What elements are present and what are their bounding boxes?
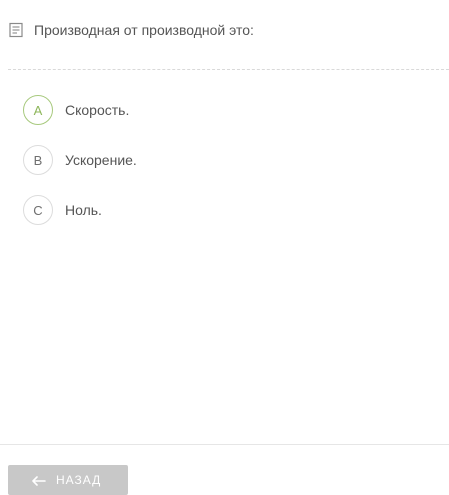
option-letter: C (23, 195, 53, 225)
arrow-left-icon (32, 475, 46, 486)
option-label: Ускорение. (65, 152, 137, 168)
back-button[interactable]: НАЗАД (8, 465, 128, 495)
question-header: Производная от производной это: (8, 22, 254, 38)
option-a[interactable]: A Скорость. (23, 94, 137, 126)
option-letter: A (23, 95, 53, 125)
back-button-label: НАЗАД (56, 473, 102, 487)
answer-options: A Скорость. B Ускорение. C Ноль. (23, 94, 137, 244)
option-letter: B (23, 145, 53, 175)
footer-divider (0, 444, 449, 445)
divider (8, 69, 449, 70)
option-c[interactable]: C Ноль. (23, 194, 137, 226)
question-text: Производная от производной это: (34, 22, 254, 38)
option-label: Скорость. (65, 102, 130, 118)
document-icon (8, 22, 24, 38)
option-b[interactable]: B Ускорение. (23, 144, 137, 176)
option-label: Ноль. (65, 202, 102, 218)
